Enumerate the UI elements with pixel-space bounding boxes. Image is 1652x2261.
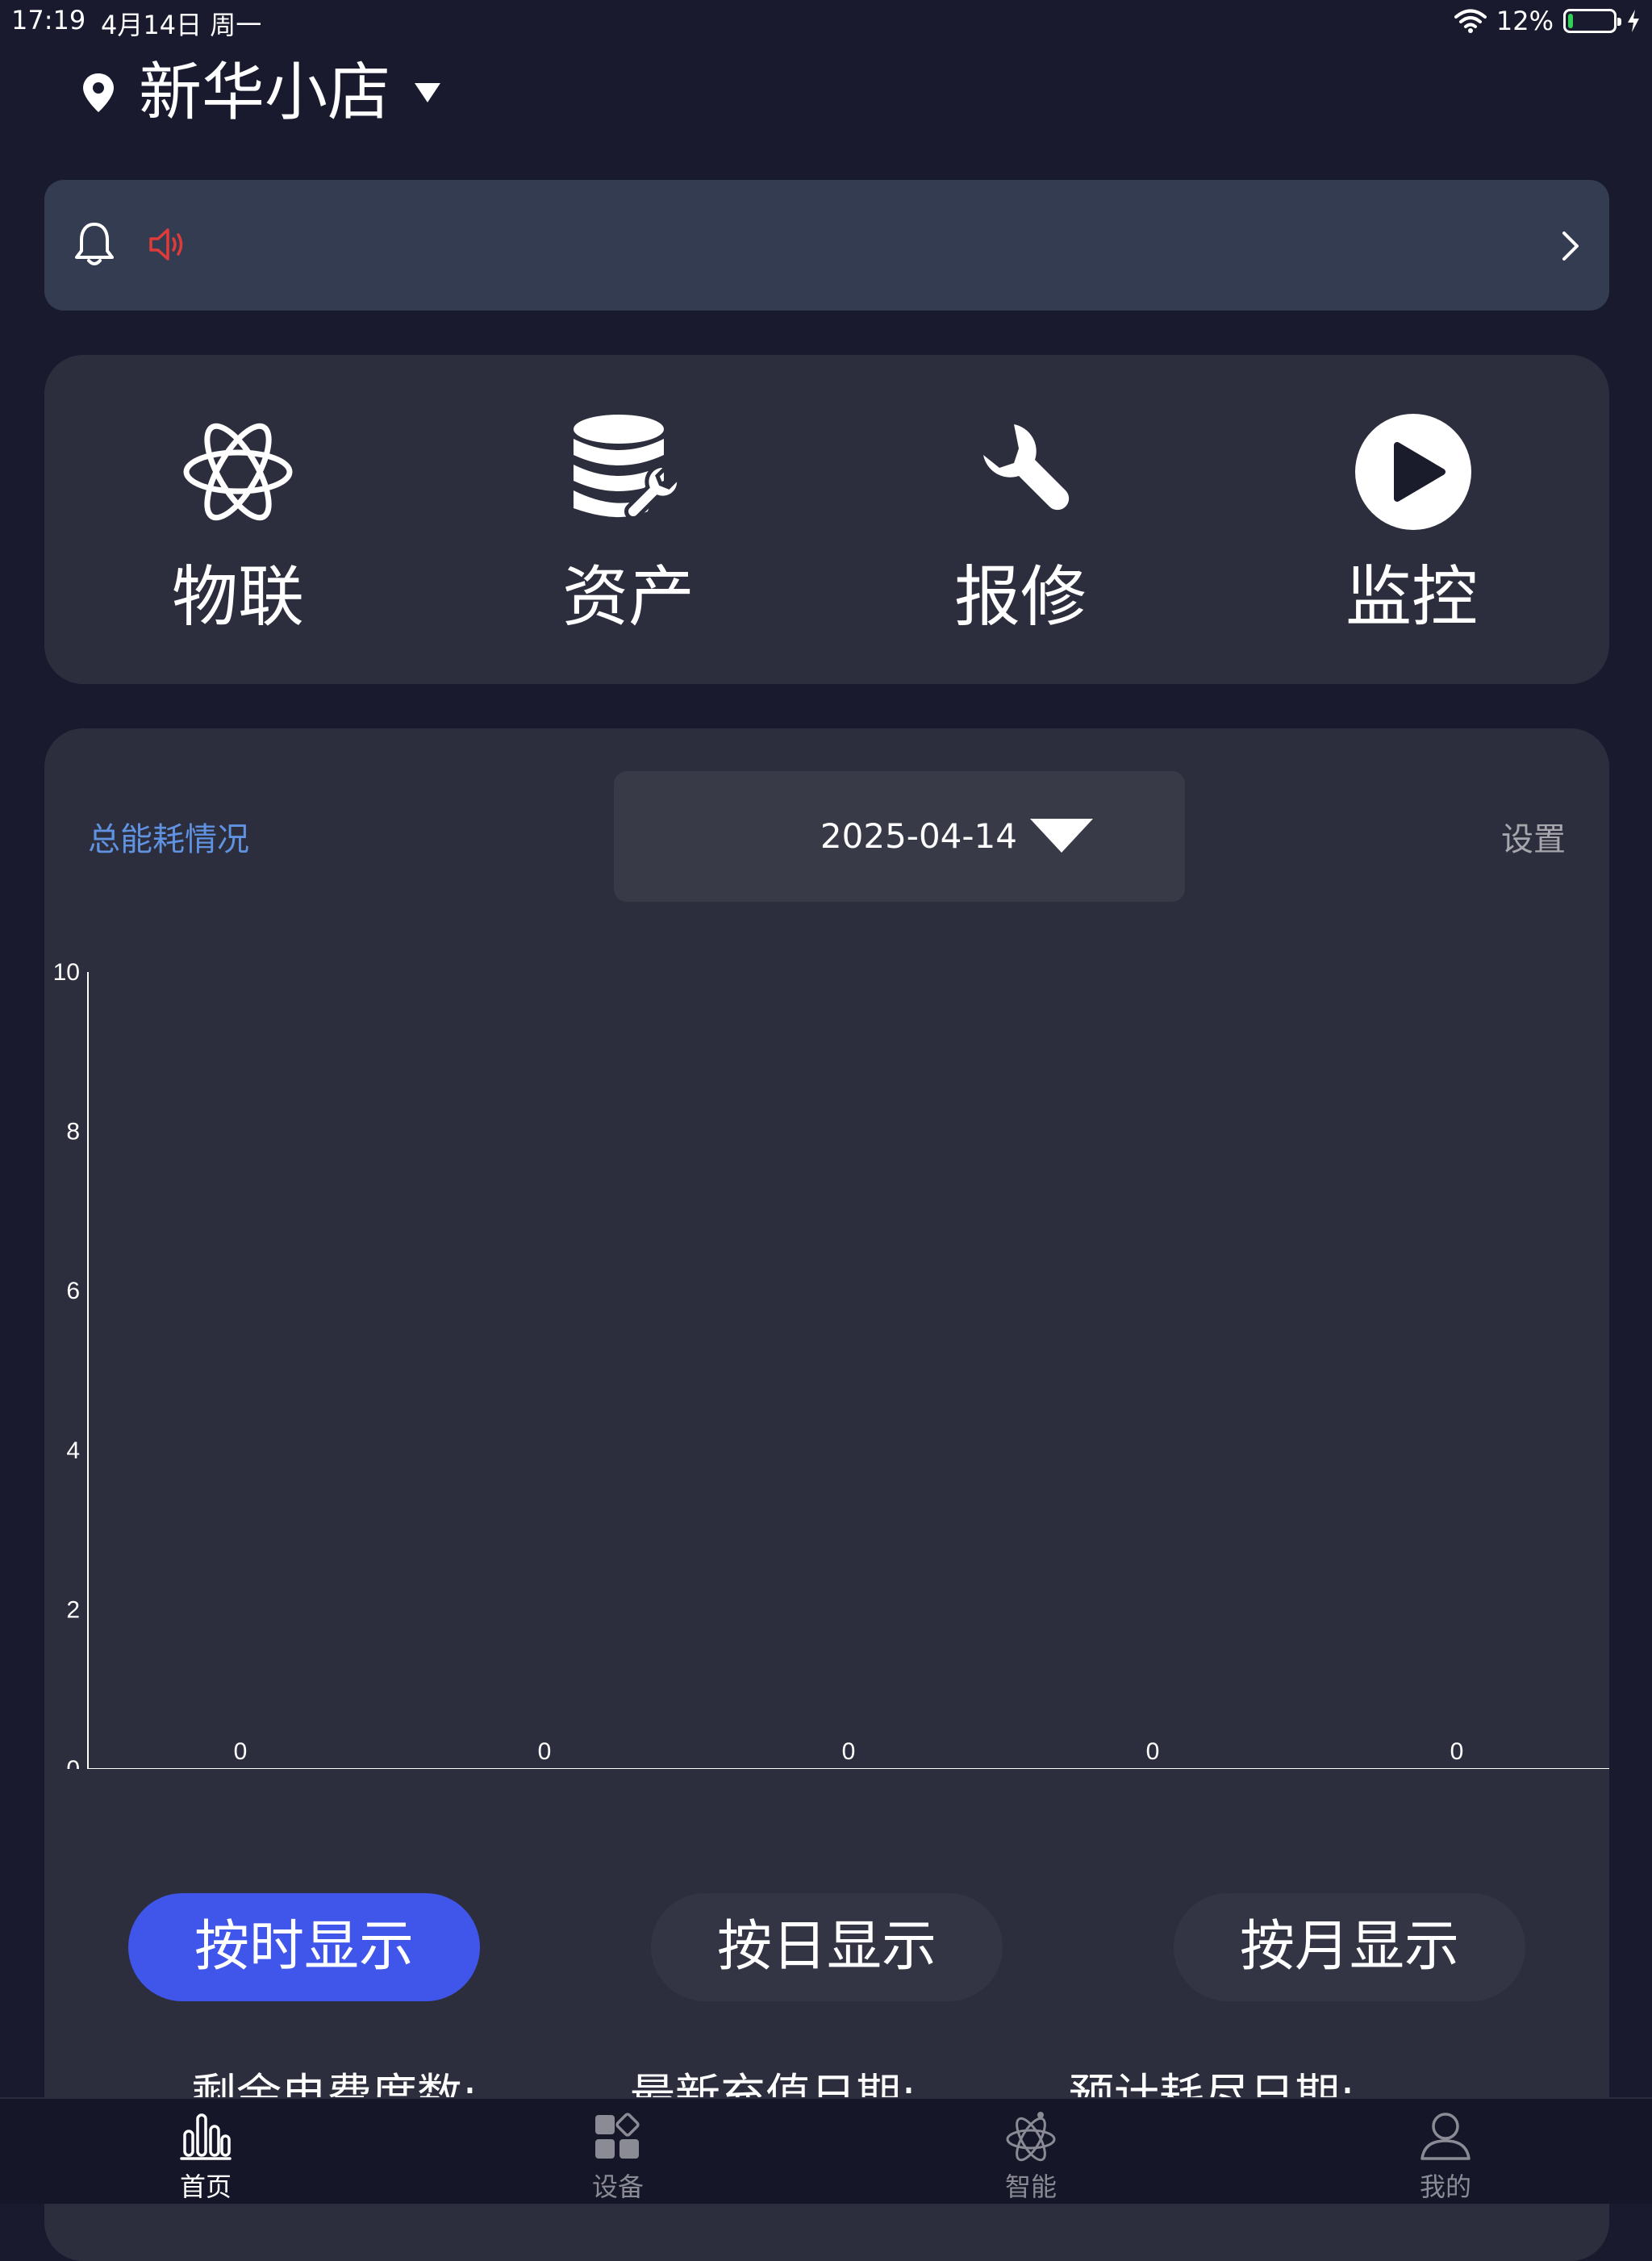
chevron-down-icon <box>1030 819 1093 853</box>
atom-icon <box>1006 2112 1056 2162</box>
energy-title: 总能耗情况 <box>88 821 249 858</box>
status-indicators: 12% <box>1454 5 1641 37</box>
quick-action-label: 物联 <box>171 559 304 636</box>
tab-label: 设备 <box>591 2171 644 2202</box>
tab-label: 智能 <box>1004 2171 1057 2202</box>
y-tick-label: 10 <box>53 962 80 986</box>
status-time: 17:19 <box>11 5 86 35</box>
bar-value-label: 0 <box>1450 1738 1464 1765</box>
status-bar: 17:19 4月14日 周一 12% <box>0 0 1652 40</box>
quick-action-monitor[interactable]: 监控 <box>1291 355 1533 684</box>
y-tick-label: 6 <box>66 1278 80 1304</box>
quick-action-repair[interactable]: 报修 <box>899 355 1141 684</box>
battery-percent: 12% <box>1496 6 1554 36</box>
quick-action-label: 报修 <box>953 559 1087 636</box>
grid-diamond-icon <box>595 2113 640 2159</box>
y-tick-label: 8 <box>66 1119 80 1145</box>
selected-date: 2025-04-14 <box>820 816 1017 856</box>
play-circle-icon <box>1355 414 1471 530</box>
wifi-icon <box>1454 9 1487 33</box>
location-pin-icon <box>83 73 114 112</box>
toggle-by-day[interactable]: 按日显示 <box>651 1893 1003 2001</box>
wrench-icon <box>983 424 1070 511</box>
dropdown-triangle-icon <box>415 83 441 102</box>
toggle-by-month[interactable]: 按月显示 <box>1174 1893 1525 2001</box>
battery-icon <box>1563 9 1621 33</box>
status-date: 4月14日 周一 <box>101 10 262 40</box>
notice-banner[interactable] <box>44 180 1609 311</box>
tab-home[interactable]: 首页 <box>101 2099 311 2205</box>
quick-action-label: 资产 <box>561 559 695 636</box>
tab-smart[interactable]: 智能 <box>926 2099 1136 2205</box>
database-wrench-icon <box>574 415 682 520</box>
date-picker[interactable]: 2025-04-14 <box>614 771 1185 902</box>
atom-icon <box>183 423 293 521</box>
y-tick-label: 0 <box>66 1756 80 1769</box>
quick-action-label: 监控 <box>1345 559 1478 636</box>
bar-value-label: 0 <box>538 1738 552 1765</box>
settings-link[interactable]: 设置 <box>1501 813 1566 860</box>
y-tick-label: 4 <box>66 1437 80 1464</box>
quick-actions-card: 物联 资产 报修 监控 <box>44 355 1609 684</box>
y-tick-label: 2 <box>66 1596 80 1623</box>
bar-value-label: 0 <box>234 1738 248 1765</box>
charging-icon <box>1628 10 1639 32</box>
tab-label: 我的 <box>1419 2171 1471 2202</box>
speaker-icon <box>149 228 183 261</box>
tab-devices[interactable]: 设备 <box>513 2099 723 2205</box>
energy-card: 总能耗情况 2025-04-14 设置 0 2 4 6 8 10 0 0 0 0 0 按时显示 按… <box>44 728 1609 2261</box>
store-name: 新华小店 <box>139 56 391 129</box>
battery-level <box>1568 14 1574 28</box>
bar-value-label: 0 <box>1146 1738 1160 1765</box>
quick-action-iot[interactable]: 物联 <box>117 355 359 684</box>
tab-bar: 首页 设备 智能 我的 <box>0 2097 1652 2204</box>
toggle-by-hour[interactable]: 按时显示 <box>128 1893 480 2001</box>
energy-chart: 0 2 4 6 8 10 0 0 0 0 0 <box>53 962 1609 1769</box>
quick-action-assets[interactable]: 资产 <box>507 355 749 684</box>
user-icon <box>1420 2113 1471 2160</box>
bar-chart-icon <box>180 2113 232 2160</box>
chevron-right-icon[interactable] <box>1561 230 1580 262</box>
tab-profile[interactable]: 我的 <box>1341 2099 1550 2205</box>
tab-label: 首页 <box>179 2171 232 2202</box>
bar-value-label: 0 <box>842 1738 856 1765</box>
bell-icon <box>75 223 114 265</box>
store-selector[interactable]: 新华小店 <box>81 48 442 137</box>
